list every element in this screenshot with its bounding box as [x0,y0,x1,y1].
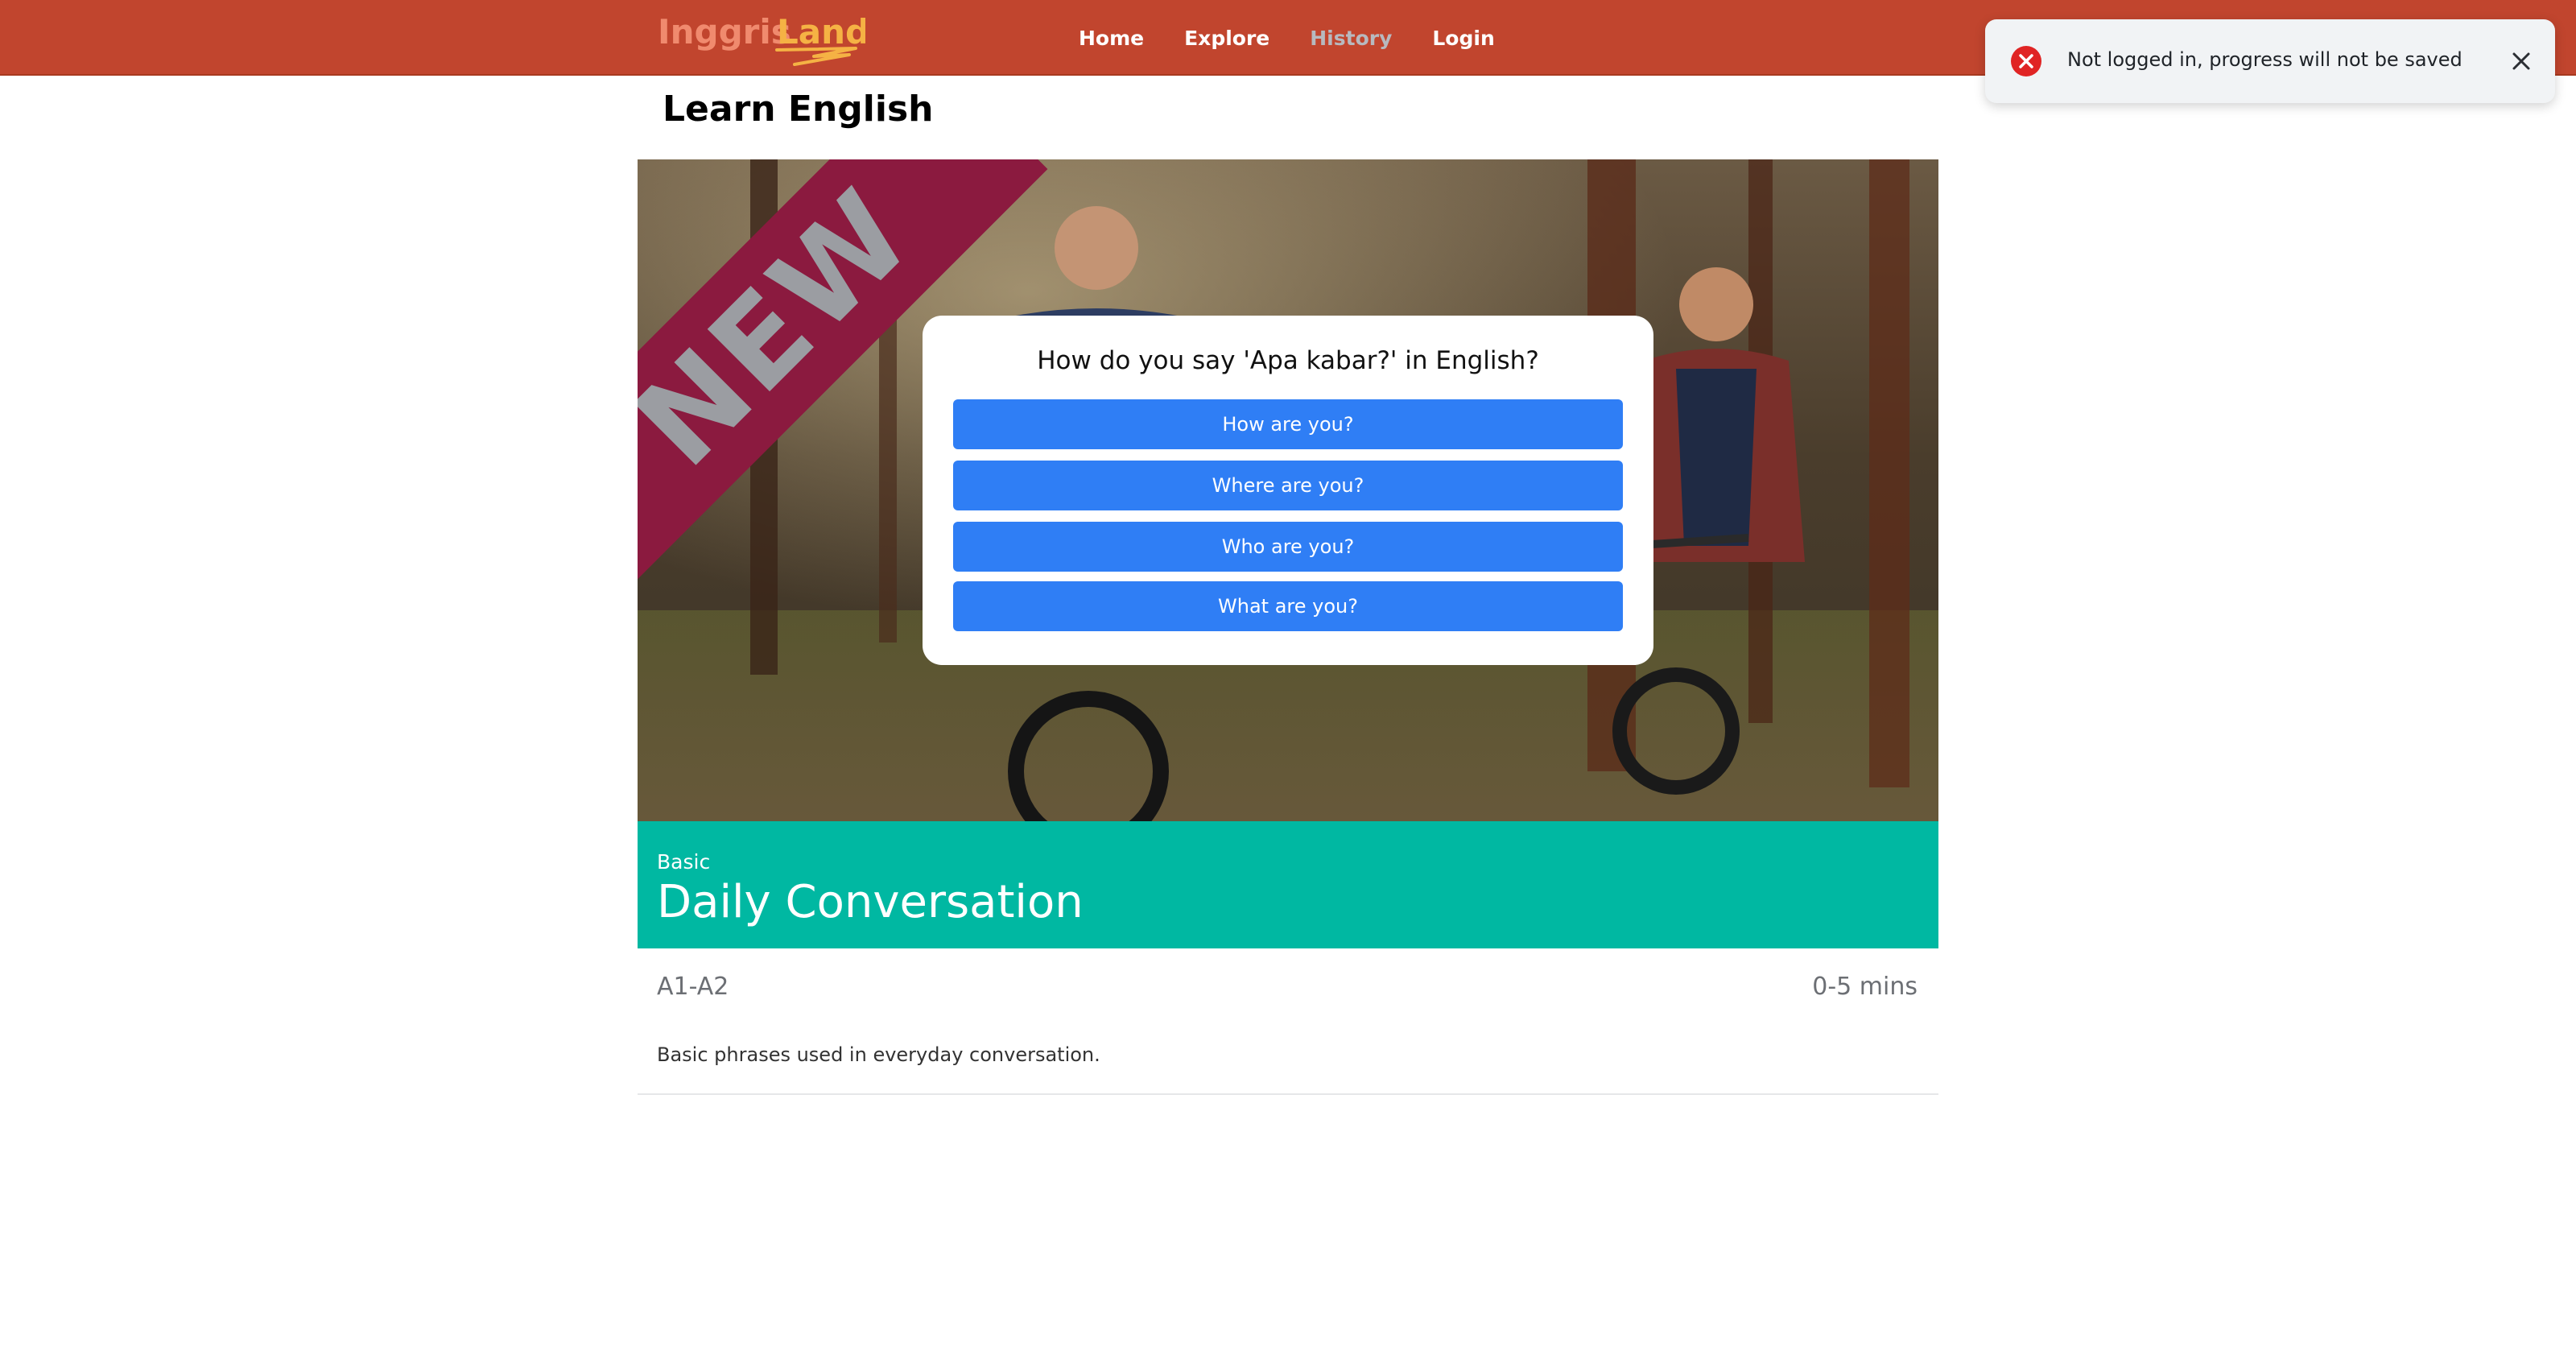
course-description-text: Basic phrases used in everyday conversat… [657,1043,1100,1066]
course-title[interactable]: Daily Conversation [657,876,1084,928]
course-duration: 0-5 mins [1812,973,1918,1001]
quiz-option-what-are-you[interactable]: What are you? [953,581,1623,631]
quiz-option-where-are-you[interactable]: Where are you? [953,461,1623,510]
inggrisland-logo[interactable]: Inggris Land [656,6,865,68]
nav-history[interactable]: History [1310,27,1392,50]
course-meta: A1-A2 0-5 mins [638,948,1938,1029]
quiz-option-how-are-you[interactable]: How are you? [953,399,1623,449]
page-title: Learn English [663,89,934,130]
quiz-option-who-are-you[interactable]: Who are you? [953,522,1623,572]
main-nav: Home Explore History Login [1079,0,1535,76]
toast-message: Not logged in, progress will not be save… [2067,48,2462,71]
new-ribbon-label: NEW [638,163,939,494]
nav-login[interactable]: Login [1432,27,1494,50]
course-hero: NEW How do you say 'Apa kabar?' in Engli… [638,159,1938,821]
course-card[interactable]: NEW How do you say 'Apa kabar?' in Engli… [638,159,1938,1095]
logo-text-part1: Inggris [658,12,791,52]
nav-explore[interactable]: Explore [1184,27,1269,50]
close-icon[interactable] [2507,47,2536,76]
quiz-card: How do you say 'Apa kabar?' in English? … [923,316,1653,665]
cefr-level: A1-A2 [657,973,729,1001]
logo-text-part2: Land [777,12,865,52]
login-warning-toast: Not logged in, progress will not be save… [1985,19,2555,103]
nav-home[interactable]: Home [1079,27,1144,50]
course-level: Basic [657,850,711,874]
course-description: Basic phrases used in everyday conversat… [638,1029,1938,1095]
logo-swoosh [775,47,857,66]
course-header-band: Basic Daily Conversation [638,821,1938,948]
error-icon [2011,46,2041,76]
quiz-question: How do you say 'Apa kabar?' in English? [1037,346,1539,375]
